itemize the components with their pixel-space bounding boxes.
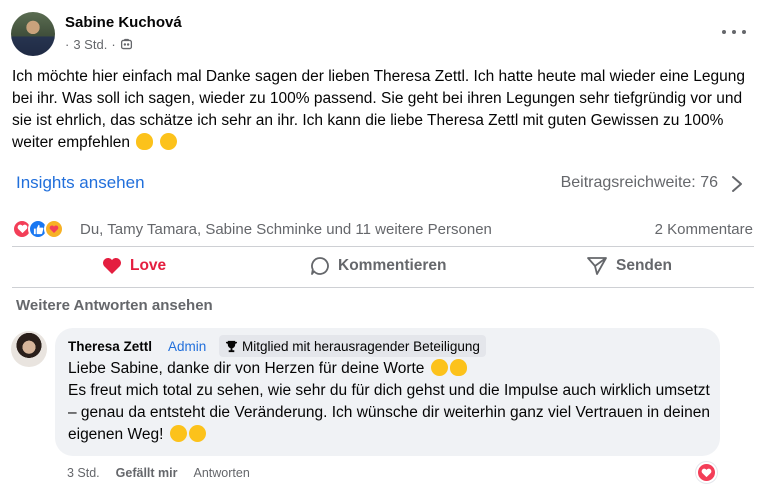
commenter-avatar[interactable] — [11, 331, 47, 367]
chevron-right-icon[interactable] — [731, 175, 743, 193]
comments-count[interactable]: 2 Kommentare — [655, 221, 753, 238]
more-answers-link[interactable]: Weitere Antworten ansehen — [16, 297, 213, 314]
yellow-heart-emoji — [449, 359, 467, 376]
heart-icon — [103, 258, 121, 274]
comment-time[interactable]: 3 Std. — [67, 466, 100, 480]
meta-separator-2: · — [111, 37, 116, 52]
smiling-face-emoji — [169, 425, 187, 442]
comment-like-button[interactable]: Gefällt mir — [116, 466, 178, 480]
post-meta: · 3 Std. · — [65, 37, 133, 52]
reaction-names[interactable]: Du, Tamy Tamara, Sabine Schminke und 11 … — [80, 221, 492, 238]
share-label: Senden — [616, 257, 672, 274]
heart-hands-emoji — [136, 133, 154, 150]
reaction-icons[interactable] — [12, 218, 64, 240]
post-card: Sabine Kuchová · 3 Std. · Ich möchte hie… — [0, 0, 766, 490]
divider — [12, 246, 754, 247]
kiss-face-emoji-2 — [188, 425, 206, 442]
post-time[interactable]: 3 Std. — [73, 37, 107, 52]
send-icon — [587, 257, 607, 275]
divider-2 — [12, 287, 754, 288]
comment-icon — [311, 257, 329, 275]
comment-love-icon[interactable] — [696, 462, 717, 483]
trophy-icon — [225, 340, 238, 352]
comment-reply-button[interactable]: Antworten — [194, 466, 250, 480]
comment-footer: 3 Std. Gefällt mir Antworten — [67, 466, 250, 480]
post-reach[interactable]: Beitragsreichweite: 76 — [561, 174, 718, 192]
love-button[interactable]: Love — [102, 252, 166, 280]
insights-link[interactable]: Insights ansehen — [16, 173, 145, 193]
commenter-name[interactable]: Theresa Zettl — [68, 339, 152, 354]
admin-badge: Admin — [168, 339, 207, 354]
more-options-icon[interactable] — [722, 22, 746, 42]
love-label: Love — [130, 257, 167, 274]
share-button[interactable]: Senden — [586, 252, 672, 280]
meta-separator: · — [65, 37, 70, 52]
comment-button[interactable]: Kommentieren — [310, 252, 447, 280]
author-name[interactable]: Sabine Kuchová — [65, 14, 182, 31]
kiss-face-emoji — [159, 133, 177, 150]
comment-label: Kommentieren — [338, 257, 447, 274]
pleading-face-emoji — [430, 359, 448, 376]
care-icon — [44, 219, 64, 239]
author-avatar[interactable] — [11, 12, 55, 56]
audience-icon[interactable] — [120, 38, 133, 51]
post-text: Ich möchte hier einfach mal Danke sagen … — [12, 68, 745, 151]
engagement-badge[interactable]: Mitglied mit herausragender Beteiligung — [219, 335, 486, 357]
comment-text: Liebe Sabine, danke dir von Herzen für d… — [68, 359, 710, 443]
engagement-badge-label: Mitglied mit herausragender Beteiligung — [242, 338, 480, 354]
